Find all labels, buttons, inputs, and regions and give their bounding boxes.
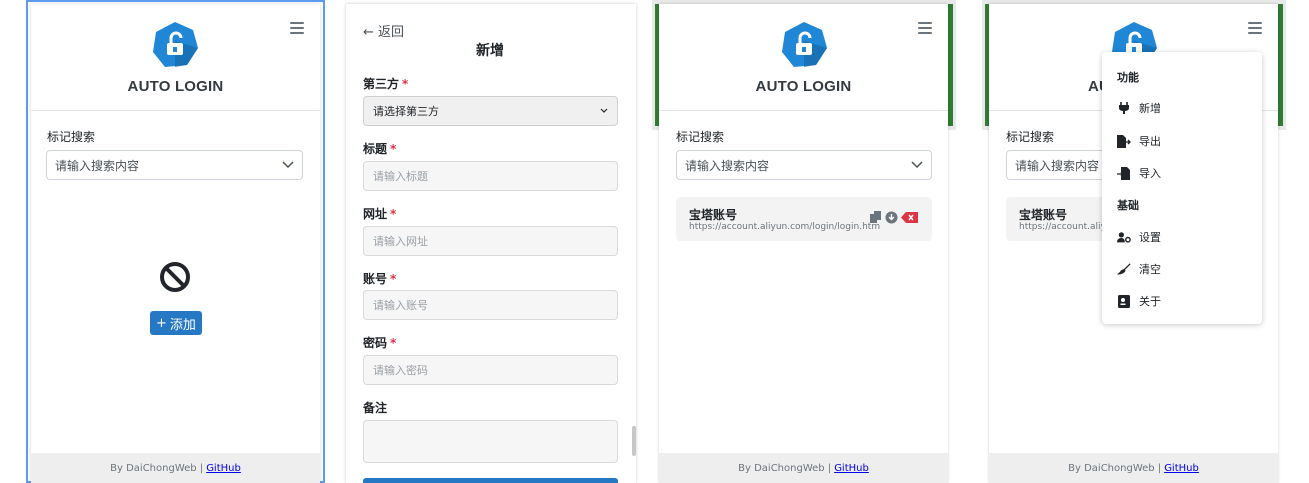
third-party-label: 第三方 * <box>363 77 409 91</box>
required-mark: * <box>390 272 397 286</box>
main-dropdown-menu <box>1102 52 1262 324</box>
menu-item-settings[interactable]: 设置 <box>1117 229 1161 245</box>
chevron-down-icon <box>911 161 923 169</box>
required-mark: * <box>390 142 397 156</box>
footer-by-text: By DaiChongWeb | <box>1068 462 1162 474</box>
back-button[interactable]: ← 返回 <box>363 21 404 40</box>
user-cog-icon <box>1117 231 1131 243</box>
scrollbar-thumb[interactable] <box>632 426 636 456</box>
search-select[interactable]: 请输入搜索内容 <box>46 150 303 180</box>
footer-by-text: By DaiChongWeb | <box>110 462 204 474</box>
hamburger-menu-button[interactable] <box>290 22 304 34</box>
form-title: 新增 <box>476 43 504 59</box>
password-label: 密码 * <box>363 336 397 350</box>
id-card-icon <box>1117 294 1130 308</box>
popup-card-empty <box>31 4 320 483</box>
github-link[interactable]: GitHub <box>834 463 869 474</box>
record-title: 宝塔账号 <box>689 208 738 222</box>
title-input[interactable]: 请输入标题 <box>363 161 618 191</box>
menu-item-add-label: 新增 <box>1139 102 1161 115</box>
github-link[interactable]: GitHub <box>1164 463 1199 474</box>
file-export-icon <box>1117 134 1131 148</box>
search-label: 标记搜索 <box>1006 130 1055 144</box>
footer-by-text: By DaiChongWeb | <box>738 462 832 474</box>
menu-item-clear-label: 清空 <box>1139 263 1161 276</box>
app-title: AUTO LOGIN <box>127 78 224 95</box>
footer: By DaiChongWeb | GitHub <box>989 453 1278 483</box>
search-label: 标记搜索 <box>47 130 96 144</box>
url-label: 网址 * <box>363 207 397 221</box>
hamburger-menu-button[interactable] <box>1248 22 1262 34</box>
menu-item-settings-label: 设置 <box>1139 231 1161 244</box>
password-input[interactable]: 请输入密码 <box>363 355 618 385</box>
ban-icon <box>160 262 190 292</box>
broom-icon <box>1117 262 1131 274</box>
record-url: https://account.aliyu <box>1019 222 1112 232</box>
plus-icon: + <box>156 315 167 331</box>
menu-item-export[interactable]: 导出 <box>1117 133 1161 149</box>
search-select-placeholder: 请输入搜索内容 <box>1015 158 1100 173</box>
file-import-icon <box>1117 166 1130 180</box>
menu-item-about-label: 关于 <box>1139 295 1161 308</box>
plug-icon <box>1119 102 1129 114</box>
third-party-select-value: 请选择第三方 <box>373 105 439 118</box>
menu-item-import[interactable]: 导入 <box>1117 165 1161 181</box>
page-background-green <box>948 4 953 126</box>
search-select-placeholder: 请输入搜索内容 <box>685 158 770 173</box>
arrow-left-icon: ← <box>363 25 374 40</box>
add-button[interactable]: + 添加 <box>150 311 202 335</box>
back-label: 返回 <box>378 25 405 40</box>
menu-item-add[interactable]: 新增 <box>1117 100 1161 116</box>
menu-item-import-label: 导入 <box>1139 167 1161 180</box>
account-label: 账号 * <box>363 272 397 286</box>
add-button-label: 添加 <box>169 317 196 333</box>
required-mark: * <box>402 77 409 91</box>
required-mark: * <box>390 336 397 350</box>
app-title: AUTO LOGIN <box>755 78 852 95</box>
menu-item-about[interactable]: 关于 <box>1117 293 1161 309</box>
chevron-down-icon <box>282 161 294 169</box>
search-label: 标记搜索 <box>676 130 725 144</box>
title-label: 标题 * <box>363 142 397 156</box>
url-input[interactable]: 请输入网址 <box>363 226 618 256</box>
search-select[interactable]: 请输入搜索内容 <box>676 150 932 180</box>
record-title: 宝塔账号 <box>1019 208 1068 222</box>
menu-item-export-label: 导出 <box>1139 135 1161 148</box>
header-divider <box>31 110 320 111</box>
hamburger-menu-button[interactable] <box>918 22 932 34</box>
third-party-select[interactable]: 请选择第三方 <box>363 96 618 126</box>
submit-button[interactable] <box>363 478 618 483</box>
search-select-placeholder: 请输入搜索内容 <box>55 158 140 173</box>
copy-icon[interactable] <box>869 211 882 224</box>
footer: By DaiChongWeb | GitHub <box>31 453 320 483</box>
download-icon[interactable] <box>885 211 898 224</box>
caret-down-icon <box>600 108 608 113</box>
delete-icon[interactable] <box>901 212 918 223</box>
note-label: 备注 <box>363 401 388 415</box>
menu-section-basic: 基础 <box>1117 199 1139 212</box>
menu-section-functions: 功能 <box>1117 71 1139 84</box>
github-link[interactable]: GitHub <box>206 463 241 474</box>
note-textarea[interactable] <box>363 420 618 463</box>
account-input[interactable]: 请输入账号 <box>363 290 618 320</box>
footer: By DaiChongWeb | GitHub <box>659 453 948 483</box>
lock-icon <box>782 22 827 67</box>
required-mark: * <box>390 207 397 221</box>
record-url: https://account.aliyun.com/login/login.h… <box>689 222 881 232</box>
menu-item-clear[interactable]: 清空 <box>1117 261 1161 277</box>
popup-card-list <box>659 4 948 483</box>
lock-icon <box>153 22 198 67</box>
header-divider <box>659 110 948 111</box>
page-background-green <box>1278 4 1283 126</box>
